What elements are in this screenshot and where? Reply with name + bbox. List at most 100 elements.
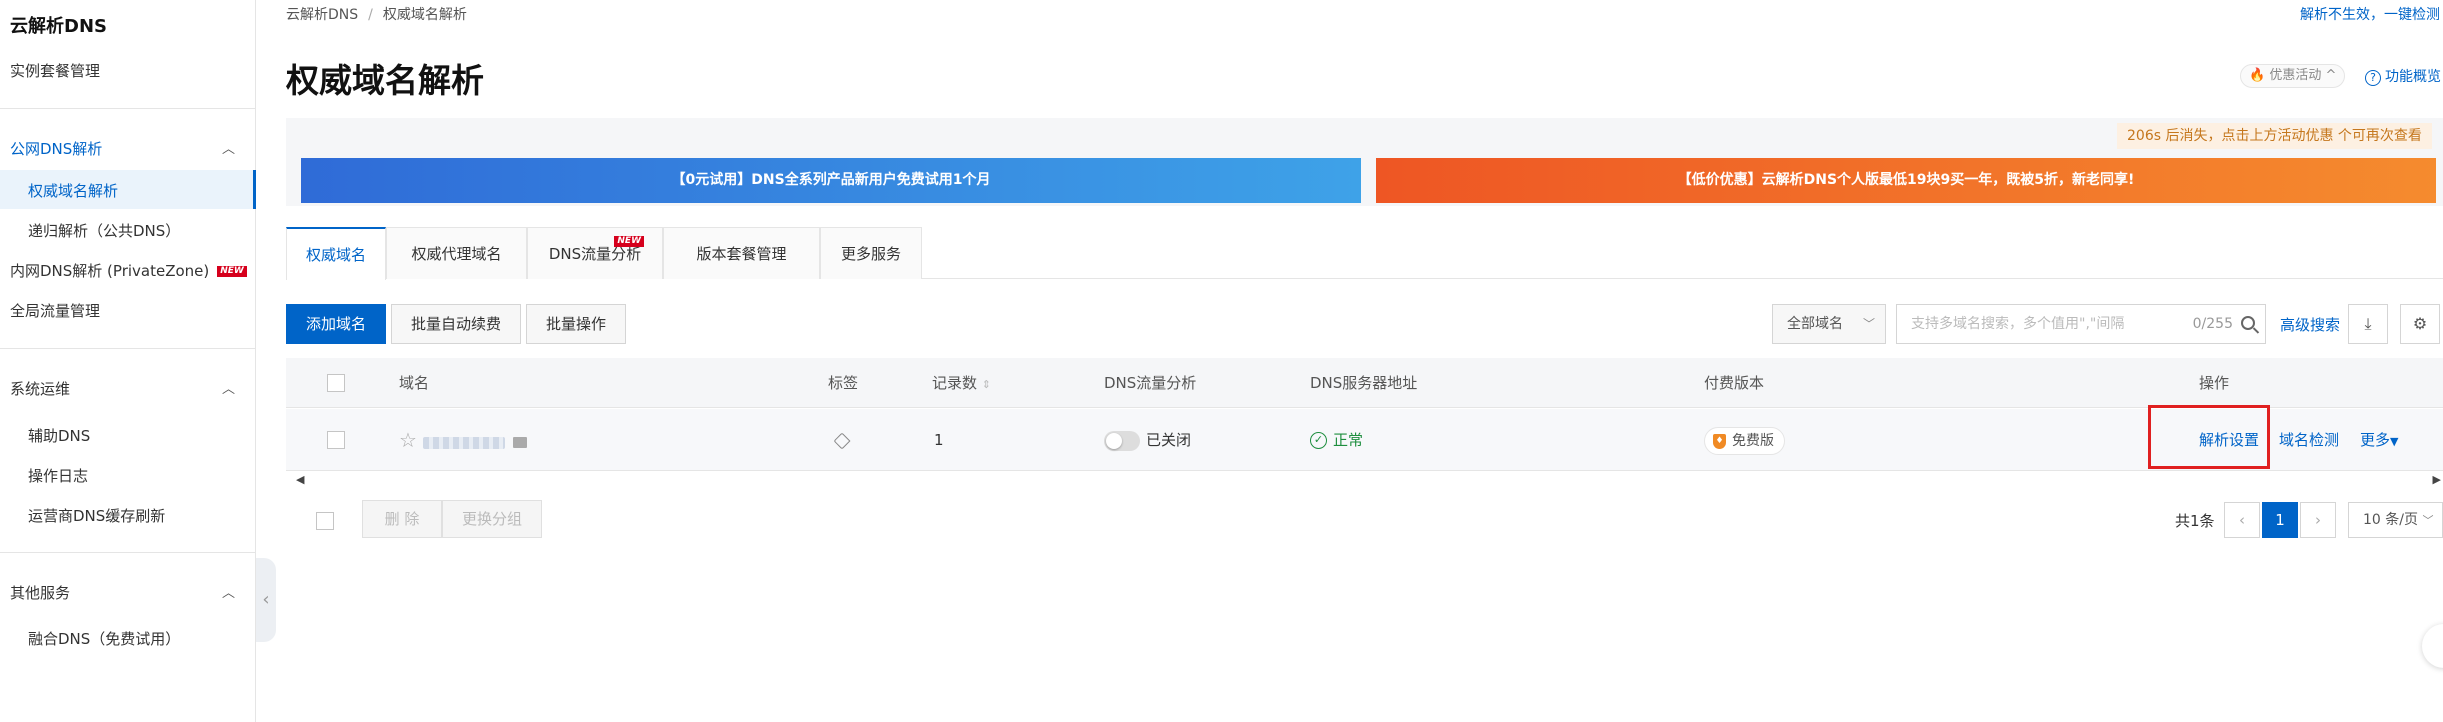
change-group-button[interactable]: 更换分组: [442, 500, 542, 538]
chevron-down-icon: ﹀: [2422, 514, 2434, 527]
domain-filter-select[interactable]: 全部域名 ﹀: [1772, 304, 1886, 344]
col-traffic: DNS流量分析: [1104, 374, 1197, 392]
tag-icon[interactable]: [833, 432, 851, 449]
sidebar-item-authoritative[interactable]: 权威域名解析: [28, 180, 118, 201]
promo-banner-discount[interactable]: 【低价优惠】云解析DNS个人版最低19块9买一年，既被5折，新老同享!: [1376, 158, 2436, 203]
col-tag: 标签: [828, 374, 859, 392]
tab-more-services[interactable]: 更多服务: [820, 227, 922, 279]
advanced-search-link[interactable]: 高级搜索: [2280, 314, 2340, 335]
col-dns-server: DNS服务器地址: [1310, 374, 1418, 392]
new-badge: NEW: [217, 266, 247, 277]
sidebar-item-assist-dns[interactable]: 辅助DNS: [28, 425, 90, 446]
footer-select-all-checkbox[interactable]: [316, 512, 334, 530]
batch-ops-button[interactable]: 批量操作: [526, 304, 626, 344]
sidebar: 云解析DNS 实例套餐管理 公网DNS解析 ︿ 权威域名解析 递归解析（公共DN…: [0, 0, 256, 722]
fire-icon: 🔥: [2249, 68, 2266, 83]
horizontal-scrollbar[interactable]: ◀ ▶: [286, 471, 2443, 491]
sidebar-group-ops[interactable]: 系统运维: [10, 378, 70, 399]
star-icon[interactable]: ☆: [399, 428, 417, 452]
search-icon[interactable]: [2241, 316, 2255, 330]
tab-dns-traffic-label: DNS流量分析: [548, 245, 642, 263]
add-domain-button[interactable]: 添加域名: [286, 304, 386, 344]
sidebar-group-other[interactable]: 其他服务: [10, 582, 70, 603]
folder-icon[interactable]: [512, 437, 527, 448]
highlight-box: [2148, 405, 2270, 469]
sidebar-collapse-handle[interactable]: ‹: [256, 558, 276, 642]
breadcrumb-item: 权威域名解析: [382, 7, 467, 23]
chevron-down-icon: ﹀: [1862, 317, 1875, 331]
caret-down-icon: ▼: [2390, 435, 2399, 448]
select-all-checkbox[interactable]: [327, 374, 345, 392]
download-icon[interactable]: ⤓: [2348, 304, 2388, 344]
dns-status: 正常: [1333, 431, 1364, 449]
gear-icon[interactable]: ⚙: [2400, 304, 2440, 344]
batch-renew-button[interactable]: 批量自动续费: [391, 304, 521, 344]
sidebar-item-fusion-dns[interactable]: 融合DNS（免费试用）: [28, 628, 180, 649]
prev-page-button[interactable]: ‹: [2224, 502, 2260, 538]
sidebar-item-cache-refresh[interactable]: 运营商DNS缓存刷新: [28, 505, 165, 526]
feature-overview-link[interactable]: ? 功能概览: [2365, 66, 2441, 86]
edition-label: 免费版: [1732, 433, 1774, 449]
sidebar-group-public-dns[interactable]: 公网DNS解析: [10, 138, 102, 159]
shield-icon: ♦: [1713, 433, 1726, 449]
col-records-label: 记录数: [932, 374, 978, 392]
sidebar-item-recursive[interactable]: 递归解析（公共DNS）: [28, 220, 180, 241]
traffic-toggle[interactable]: [1104, 430, 1140, 451]
edition-cell: ♦ 免费版: [1704, 409, 1785, 471]
scroll-left-icon[interactable]: ◀: [296, 473, 304, 486]
table-row: ☆ 1 已关闭 ✓ 正常 ♦ 免费版 解析设置 域名检测 更多▼: [286, 409, 2443, 471]
col-edition: 付费版本: [1704, 374, 1765, 392]
domain-filter-value: 全部域名: [1787, 316, 1843, 332]
domain-search[interactable]: 0/255: [1896, 304, 2266, 344]
banner-countdown: 206s 后消失，点击上方活动优惠 个可再次查看: [2117, 123, 2432, 149]
search-input[interactable]: [1897, 305, 2167, 343]
sort-icon[interactable]: ⇕: [982, 378, 991, 391]
breadcrumb-item[interactable]: 云解析DNS: [286, 7, 358, 23]
sidebar-divider: [0, 552, 256, 553]
help-icon: ?: [2365, 70, 2381, 86]
promo-label: 优惠活动: [2269, 68, 2322, 83]
breadcrumb: 云解析DNS / 权威域名解析: [286, 4, 467, 24]
promo-banner-free-trial[interactable]: 【0元试用】DNS全系列产品新用户免费试用1个月: [301, 158, 1361, 203]
sidebar-item-private-zone-label: 内网DNS解析 (PrivateZone): [10, 262, 210, 280]
row-checkbox[interactable]: [327, 431, 345, 449]
traffic-status: 已关闭: [1146, 431, 1192, 449]
chevron-up-icon: ^: [2325, 68, 2337, 83]
domain-check-link[interactable]: 域名检测: [2279, 409, 2339, 471]
sidebar-item-traffic[interactable]: 全局流量管理: [10, 300, 100, 321]
next-page-button[interactable]: ›: [2300, 502, 2336, 538]
col-domain: 域名: [399, 374, 430, 392]
chevron-up-icon[interactable]: ︿: [222, 582, 235, 601]
floating-support-button[interactable]: [2422, 624, 2443, 668]
check-circle-icon: ✓: [1310, 432, 1327, 449]
dns-check-link[interactable]: 解析不生效，一键检测: [2300, 4, 2440, 24]
scroll-right-icon[interactable]: ▶: [2433, 473, 2441, 486]
domain-cell: ☆: [399, 409, 527, 473]
tab-dns-traffic[interactable]: DNS流量分析 NEW: [527, 227, 663, 279]
edition-badge[interactable]: ♦ 免费版: [1704, 427, 1785, 455]
table-header: 域名 标签 记录数 ⇕ DNS流量分析 DNS服务器地址 付费版本 操作: [286, 358, 2443, 408]
sidebar-item-private-zone[interactable]: 内网DNS解析 (PrivateZone) NEW: [10, 260, 247, 281]
col-records[interactable]: 记录数 ⇕: [932, 358, 991, 410]
chevron-up-icon[interactable]: ︿: [222, 378, 235, 397]
delete-button[interactable]: 删 除: [362, 500, 442, 538]
records-count: 1: [934, 431, 944, 449]
tab-authoritative[interactable]: 权威域名: [286, 227, 386, 280]
page-number[interactable]: 1: [2262, 502, 2298, 538]
page-size-value: 10 条/页: [2363, 512, 2418, 528]
tag-cell: [833, 409, 851, 471]
more-actions-link[interactable]: 更多▼: [2360, 409, 2398, 473]
page-size-select[interactable]: 10 条/页 ﹀: [2348, 502, 2443, 538]
sidebar-item-op-log[interactable]: 操作日志: [28, 465, 88, 486]
promo-toggle[interactable]: 🔥 优惠活动 ^: [2240, 64, 2346, 88]
chevron-up-icon[interactable]: ︿: [222, 138, 235, 157]
new-badge: NEW: [614, 236, 644, 247]
domain-name-redacted[interactable]: [422, 436, 505, 449]
sidebar-item-instance-mgmt[interactable]: 实例套餐管理: [10, 60, 100, 81]
tab-proxy-domains[interactable]: 权威代理域名: [386, 227, 527, 279]
dns-status-cell: ✓ 正常: [1310, 409, 1363, 471]
tab-version-packages[interactable]: 版本套餐管理: [663, 227, 820, 279]
col-actions: 操作: [2199, 374, 2230, 392]
tab-bar: 权威域名 权威代理域名 DNS流量分析 NEW 版本套餐管理 更多服务: [286, 227, 2443, 280]
feature-overview-label: 功能概览: [2385, 69, 2441, 85]
